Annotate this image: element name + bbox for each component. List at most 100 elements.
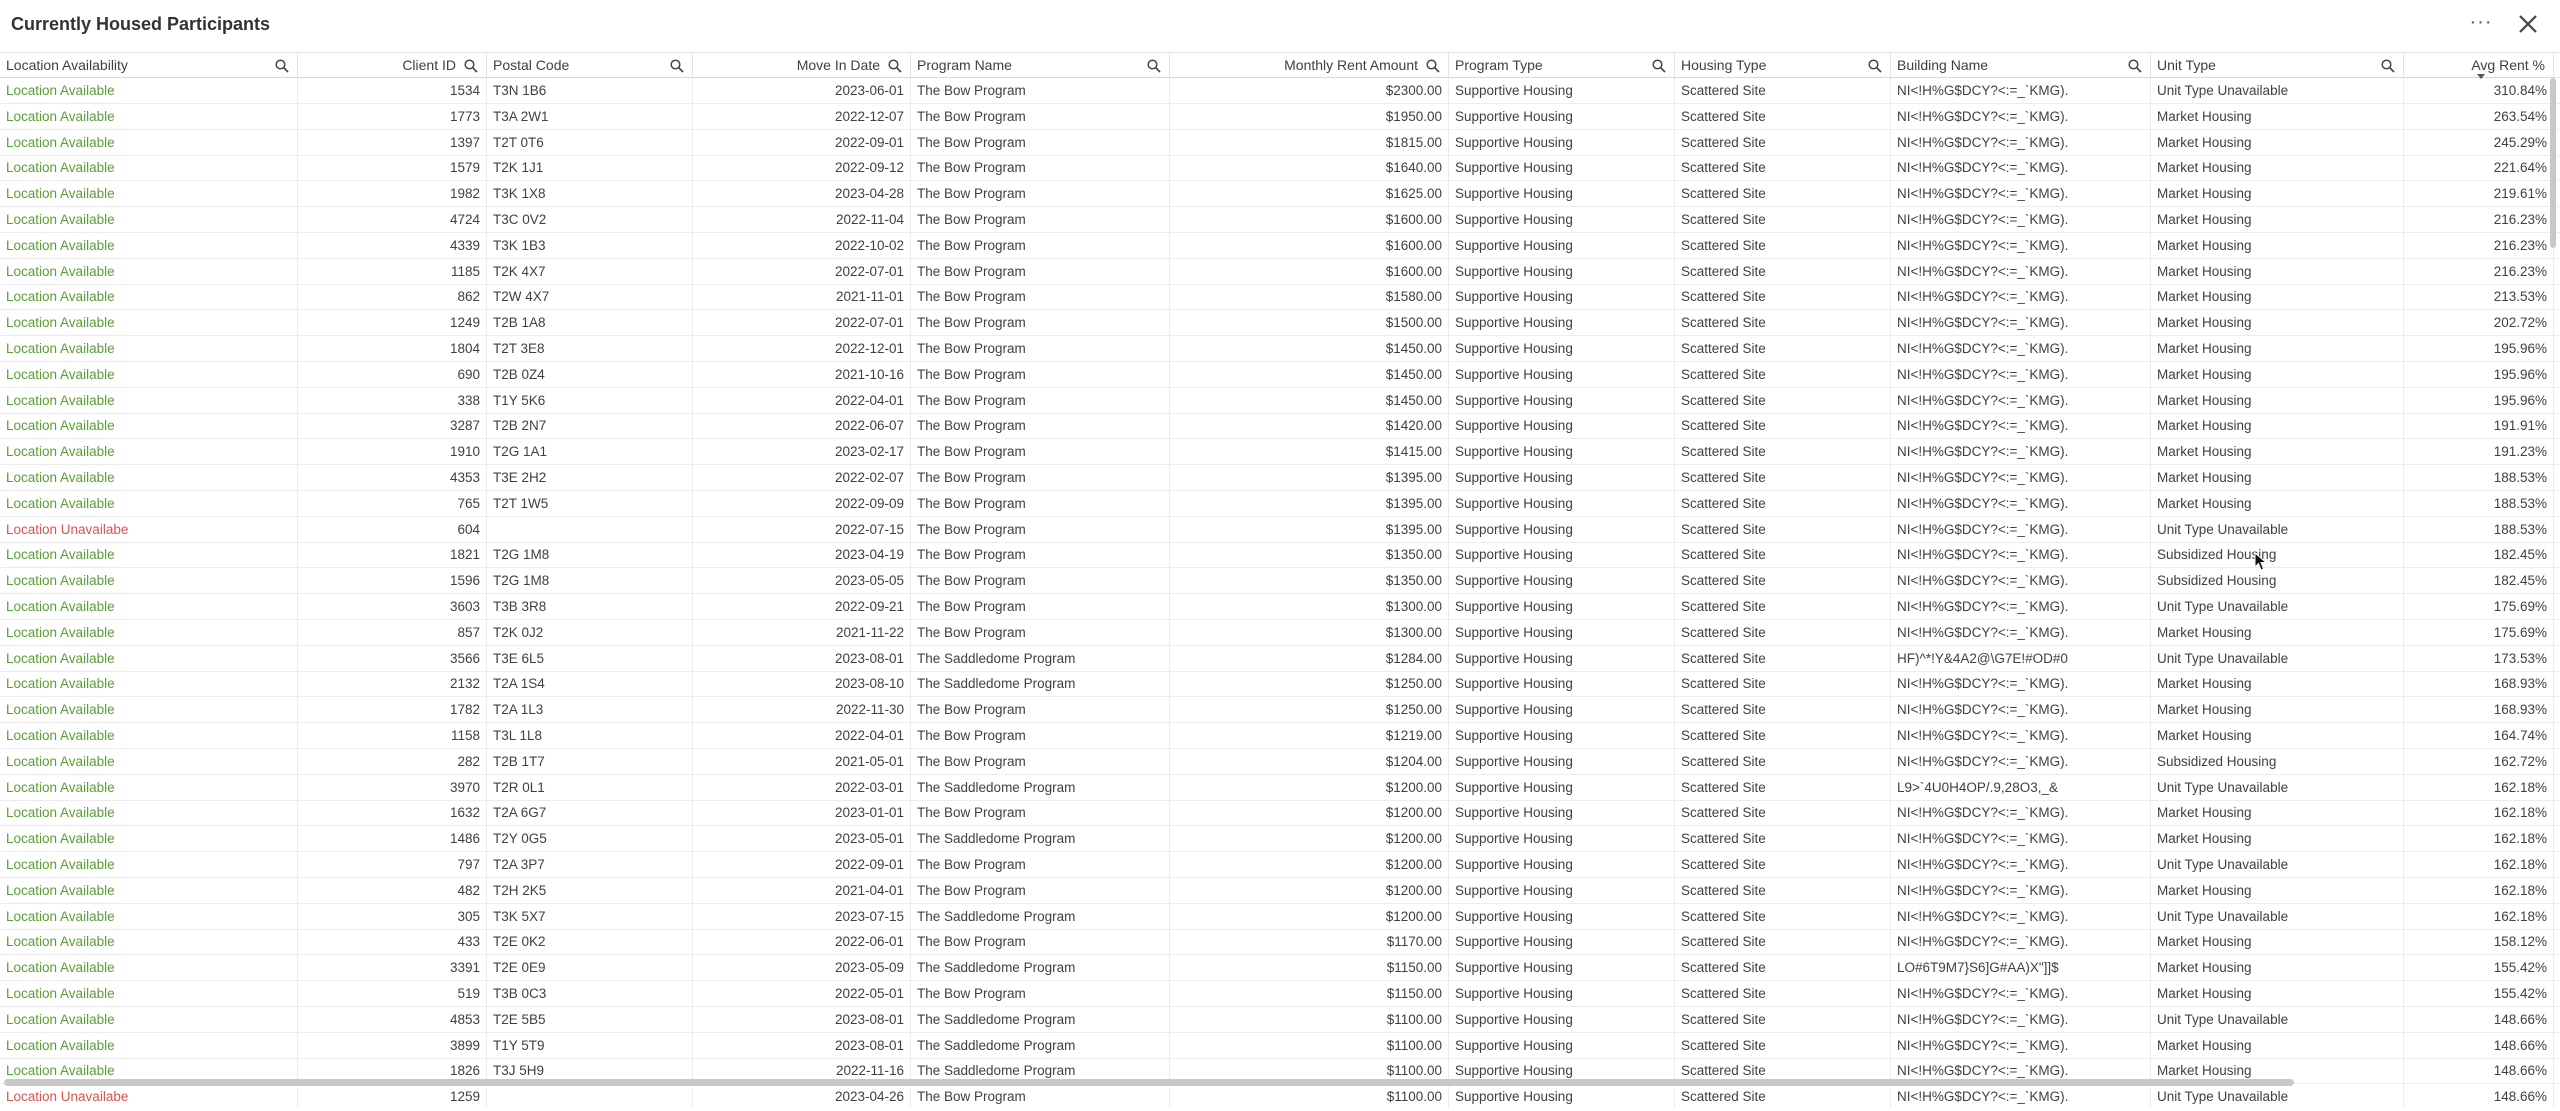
table-row[interactable]: Location Available 1632 T2A 6G7 2023-01-01 T… — [0, 800, 2560, 827]
cell-loc: Location Available — [0, 103, 298, 129]
table-row[interactable]: Location Available 3287 T2B 2N7 2022-06-07 T… — [0, 413, 2560, 440]
cell-avg: 175.69% — [2404, 619, 2554, 645]
cell-loc: Location Available — [0, 542, 298, 568]
table-row[interactable]: Location Available 1534 T3N 1B6 2023-06-01 T… — [0, 78, 2560, 104]
table-row[interactable]: Location Available 1773 T3A 2W1 2022-12-07 T… — [0, 103, 2560, 130]
horizontal-scrollbar[interactable] — [4, 1079, 2294, 1086]
cell-bldg: NI<!H%G$DCY?<:=_`KMG). — [1891, 1084, 2151, 1108]
search-icon[interactable] — [888, 59, 902, 73]
table-row[interactable]: Location Available 3391 T2E 0E9 2023-05-09 T… — [0, 955, 2560, 982]
search-icon[interactable] — [1147, 59, 1161, 73]
cell-program: The Bow Program — [911, 877, 1170, 903]
search-icon[interactable] — [2381, 59, 2395, 73]
cell-program: The Bow Program — [911, 129, 1170, 155]
cell-avg: 188.53% — [2404, 465, 2554, 490]
column-header-htype[interactable]: Housing Type — [1675, 53, 1891, 78]
cell-date: 2022-07-15 — [693, 516, 911, 542]
cell-loc: Location Available — [0, 903, 298, 929]
table-row[interactable]: Location Available 338 T1Y 5K6 2022-04-01 Th… — [0, 387, 2560, 414]
table-row[interactable]: Location Available 4724 T3C 0V2 2022-11-04 T… — [0, 207, 2560, 233]
cell-avg: 221.64% — [2404, 155, 2554, 181]
table-row[interactable]: Location Available 519 T3B 0C3 2022-05-01 Th… — [0, 981, 2560, 1007]
column-header-label: Monthly Rent Amount — [1284, 57, 1418, 73]
cell-utype: Market Housing — [2151, 981, 2404, 1006]
table-row[interactable]: Location Available 1821 T2G 1M8 2023-04-19 T… — [0, 542, 2560, 569]
table-row[interactable]: Location Available 433 T2E 0K2 2022-06-01 Th… — [0, 929, 2560, 956]
close-button[interactable] — [2512, 8, 2544, 40]
search-icon[interactable] — [1426, 59, 1440, 73]
column-header-date[interactable]: Move In Date — [693, 53, 911, 78]
cell-htype: Scattered Site — [1675, 1032, 1891, 1058]
cell-date: 2022-04-01 — [693, 387, 911, 413]
cell-loc: Location Available — [0, 207, 298, 232]
search-icon[interactable] — [1868, 59, 1882, 73]
cell-ptype: Supportive Housing — [1449, 955, 1675, 981]
table-row[interactable]: Location Available 1579 T2K 1J1 2022-09-12 T… — [0, 155, 2560, 182]
cell-date: 2023-08-01 — [693, 1006, 911, 1032]
table-row[interactable]: Location Unavailabe 604 2022-07-15 The Bow … — [0, 516, 2560, 543]
table-row[interactable]: Location Available 1397 T2T 0T6 2022-09-01 T… — [0, 129, 2560, 156]
cell-program: The Bow Program — [911, 542, 1170, 568]
table-row[interactable]: Location Available 4339 T3K 1B3 2022-10-02 T… — [0, 232, 2560, 259]
table-row[interactable]: Location Available 3566 T3E 6L5 2023-08-01 T… — [0, 645, 2560, 672]
table-row[interactable]: Location Available 857 T2K 0J2 2021-11-22 Th… — [0, 619, 2560, 646]
table-row[interactable]: Location Available 305 T3K 5X7 2023-07-15 Th… — [0, 903, 2560, 930]
cell-htype: Scattered Site — [1675, 387, 1891, 413]
column-header-rent[interactable]: Monthly Rent Amount — [1170, 53, 1449, 78]
column-header-id[interactable]: Client ID — [298, 53, 487, 78]
cell-id: 4339 — [298, 232, 487, 258]
vertical-scrollbar[interactable] — [2550, 78, 2556, 248]
cell-ptype: Supportive Housing — [1449, 361, 1675, 387]
cell-program: The Bow Program — [911, 568, 1170, 594]
column-header-loc[interactable]: Location Availability — [0, 53, 298, 78]
cell-postal: T2W 4X7 — [487, 284, 693, 310]
column-header-label: Client ID — [402, 57, 456, 73]
search-icon[interactable] — [1652, 59, 1666, 73]
table-row[interactable]: Location Available 1158 T3L 1L8 2022-04-01 T… — [0, 723, 2560, 749]
table-row[interactable]: Location Available 765 T2T 1W5 2022-09-09 Th… — [0, 490, 2560, 517]
table-row[interactable]: Location Available 1486 T2Y 0G5 2023-05-01 T… — [0, 826, 2560, 853]
table-row[interactable]: Location Available 4853 T2E 5B5 2023-08-01 T… — [0, 1006, 2560, 1033]
table-row[interactable]: Location Available 1249 T2B 1A8 2022-07-01 T… — [0, 310, 2560, 337]
column-header-bldg[interactable]: Building Name — [1891, 53, 2151, 78]
cell-postal: T2G 1A1 — [487, 439, 693, 465]
cell-bldg: NI<!H%G$DCY?<:=_`KMG). — [1891, 1032, 2151, 1058]
table-row[interactable]: Location Available 862 T2W 4X7 2021-11-01 Th… — [0, 284, 2560, 311]
table-row[interactable]: Location Available 3603 T3B 3R8 2022-09-21 T… — [0, 594, 2560, 620]
table-row[interactable]: Location Available 2132 T2A 1S4 2023-08-10 T… — [0, 671, 2560, 698]
cell-utype: Unit Type Unavailable — [2151, 594, 2404, 619]
cell-bldg: NI<!H%G$DCY?<:=_`KMG). — [1891, 207, 2151, 232]
table-row[interactable]: Location Available 1596 T2G 1M8 2023-05-05 T… — [0, 568, 2560, 595]
search-icon[interactable] — [275, 59, 289, 73]
cell-program: The Bow Program — [911, 103, 1170, 129]
column-header-program[interactable]: Program Name — [911, 53, 1170, 78]
search-icon[interactable] — [464, 59, 478, 73]
table-row[interactable]: Location Available 482 T2H 2K5 2021-04-01 Th… — [0, 877, 2560, 904]
cell-id: 1804 — [298, 336, 487, 361]
table-row[interactable]: Location Available 282 T2B 1T7 2021-05-01 Th… — [0, 748, 2560, 775]
table-row[interactable]: Location Available 3899 T1Y 5T9 2023-08-01 T… — [0, 1032, 2560, 1059]
table-row[interactable]: Location Unavailabe 1259 2023-04-26 The Bow… — [0, 1084, 2560, 1108]
column-header-utype[interactable]: Unit Type — [2151, 53, 2404, 78]
table-row[interactable]: Location Available 4353 T3E 2H2 2022-02-07 T… — [0, 465, 2560, 491]
cell-utype: Unit Type Unavailable — [2151, 516, 2404, 542]
table-row[interactable]: Location Available 1982 T3K 1X8 2023-04-28 T… — [0, 181, 2560, 208]
table-row[interactable]: Location Available 1185 T2K 4X7 2022-07-01 T… — [0, 258, 2560, 285]
table-row[interactable]: Location Available 690 T2B 0Z4 2021-10-16 Th… — [0, 361, 2560, 388]
cell-date: 2023-04-26 — [693, 1084, 911, 1108]
cell-ptype: Supportive Housing — [1449, 232, 1675, 258]
column-header-ptype[interactable]: Program Type — [1449, 53, 1675, 78]
search-icon[interactable] — [670, 59, 684, 73]
cell-date: 2023-01-01 — [693, 800, 911, 826]
cell-utype: Unit Type Unavailable — [2151, 774, 2404, 800]
more-options-button[interactable]: ··· — [2464, 11, 2498, 35]
column-header-postal[interactable]: Postal Code — [487, 53, 693, 78]
table-row[interactable]: Location Available 1910 T2G 1A1 2023-02-17 T… — [0, 439, 2560, 466]
table-row[interactable]: Location Available 797 T2A 3P7 2022-09-01 Th… — [0, 852, 2560, 878]
search-icon[interactable] — [2128, 59, 2142, 73]
table-row[interactable]: Location Available 1782 T2A 1L3 2022-11-30 T… — [0, 697, 2560, 724]
cell-avg: 148.66% — [2404, 1058, 2554, 1084]
cell-bldg: NI<!H%G$DCY?<:=_`KMG). — [1891, 258, 2151, 284]
table-row[interactable]: Location Available 1804 T2T 3E8 2022-12-01 T… — [0, 336, 2560, 362]
table-row[interactable]: Location Available 3970 T2R 0L1 2022-03-01 T… — [0, 774, 2560, 801]
